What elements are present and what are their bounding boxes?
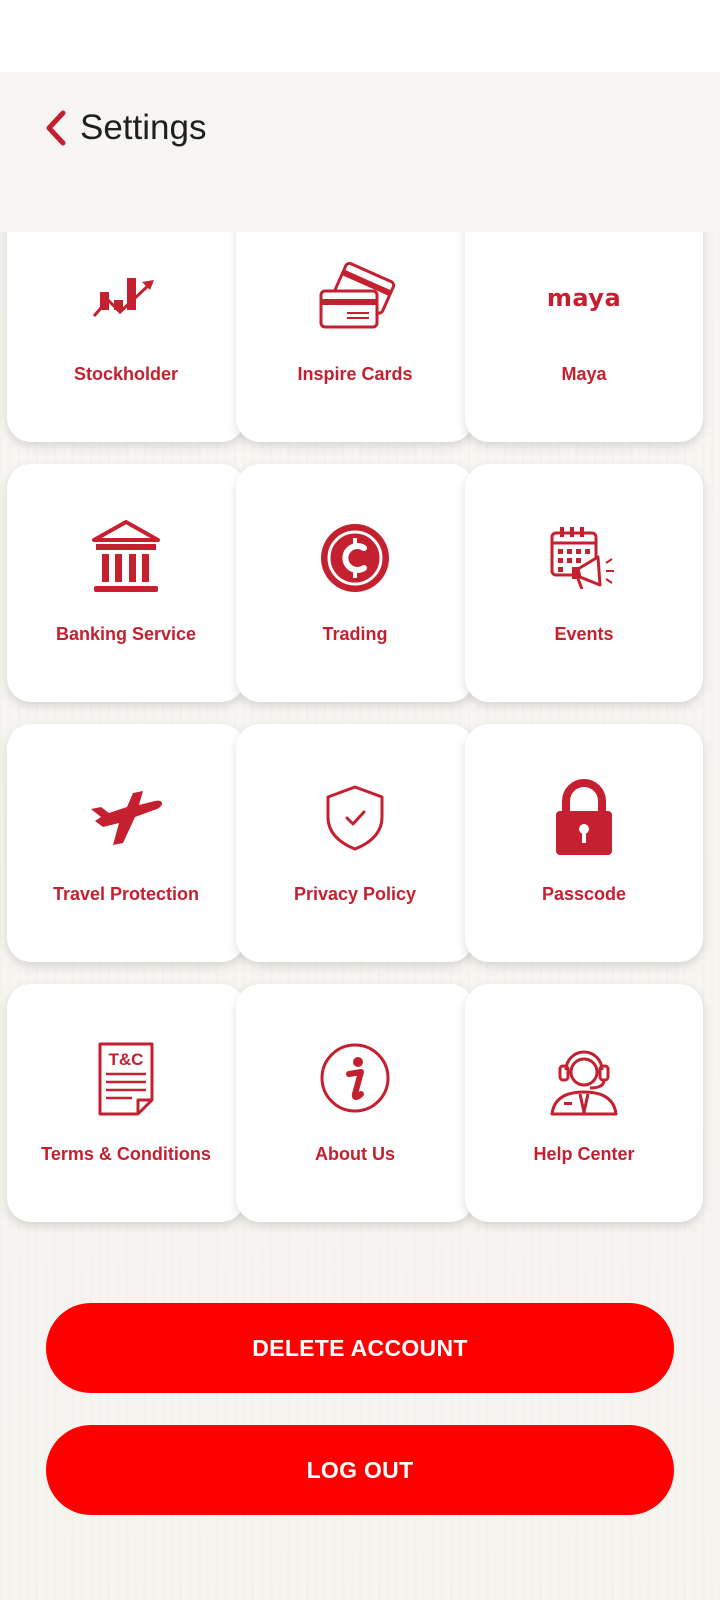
tile-label: Trading bbox=[322, 624, 388, 644]
calendar-megaphone-icon bbox=[550, 527, 614, 590]
tile-privacy-policy[interactable]: Privacy Policy bbox=[236, 724, 474, 962]
tile-about-us[interactable]: About Us bbox=[236, 984, 474, 1222]
tile-label: About Us bbox=[315, 1144, 395, 1164]
tile-label: Maya bbox=[561, 364, 607, 384]
tile-trading[interactable]: Trading bbox=[236, 464, 474, 702]
padlock-icon bbox=[556, 779, 612, 855]
tile-banking-service[interactable]: Banking Service bbox=[7, 464, 245, 702]
tile-label: Stockholder bbox=[73, 364, 179, 384]
back-button[interactable] bbox=[38, 104, 74, 152]
tile-label: Terms & Conditions bbox=[41, 1144, 211, 1164]
tile-label: Travel Protection bbox=[52, 884, 200, 904]
page-title: Settings bbox=[80, 108, 207, 147]
tile-inspire-cards[interactable]: Inspire Cards bbox=[236, 232, 474, 442]
credit-cards-icon bbox=[319, 261, 395, 329]
terms-icon-text: T&C bbox=[109, 1050, 144, 1069]
maya-logo: maya bbox=[546, 284, 622, 312]
tile-passcode[interactable]: Passcode bbox=[465, 724, 703, 962]
tile-events[interactable]: Events bbox=[465, 464, 703, 702]
settings-grid: Stockholder Inspire Cards maya Maya Bank… bbox=[0, 232, 720, 1232]
terms-document-icon: T&C bbox=[98, 1042, 154, 1116]
tile-help-center[interactable]: Help Center bbox=[465, 984, 703, 1222]
delete-account-button[interactable]: DELETE ACCOUNT bbox=[46, 1303, 674, 1393]
tile-label: Inspire Cards bbox=[297, 364, 413, 384]
tile-travel-protection[interactable]: Travel Protection bbox=[7, 724, 245, 962]
log-out-button[interactable]: LOG OUT bbox=[46, 1425, 674, 1515]
tile-label: Help Center bbox=[533, 1144, 635, 1164]
status-bar bbox=[0, 0, 720, 72]
tile-stockholder[interactable]: Stockholder bbox=[7, 232, 245, 442]
headset-agent-icon bbox=[550, 1050, 618, 1116]
chevron-left-icon bbox=[46, 110, 66, 146]
tile-label: Events bbox=[554, 624, 614, 644]
tile-label: Passcode bbox=[541, 884, 627, 904]
shield-check-icon bbox=[326, 785, 384, 851]
info-icon bbox=[320, 1043, 390, 1113]
header bbox=[0, 72, 720, 232]
tile-terms-conditions[interactable]: T&C Terms & Conditions bbox=[7, 984, 245, 1222]
tile-label: Banking Service bbox=[55, 624, 197, 644]
bank-icon bbox=[92, 520, 160, 592]
crypto-coin-icon bbox=[321, 524, 389, 592]
stock-chart-icon bbox=[92, 278, 154, 317]
airplane-icon bbox=[91, 791, 163, 845]
tile-maya[interactable]: maya Maya bbox=[465, 232, 703, 442]
tile-label: Privacy Policy bbox=[293, 884, 417, 904]
